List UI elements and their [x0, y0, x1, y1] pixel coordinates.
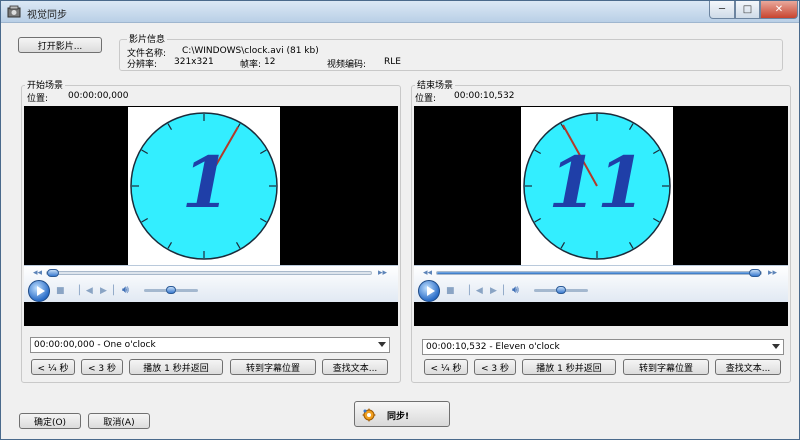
start-clock-digit: 1: [182, 141, 231, 224]
end-seek-thumb[interactable]: [748, 269, 761, 277]
end-back-quarter-button[interactable]: < ¼ 秒: [424, 359, 468, 375]
chevron-down-icon: [772, 344, 780, 349]
start-back-quarter-button[interactable]: < ¼ 秒: [31, 359, 75, 375]
start-position-label: 位置:: [27, 94, 49, 104]
sync-label: 同步!: [387, 412, 410, 422]
start-seek-thumb[interactable]: [47, 269, 59, 277]
start-goto-subtitle-button[interactable]: 转到字幕位置: [230, 359, 316, 375]
maximize-button[interactable]: □: [735, 1, 760, 19]
start-clock-image: 1: [130, 112, 278, 260]
end-seek-fill: [437, 272, 755, 274]
end-seek-bar[interactable]: [436, 269, 762, 277]
framerate-label: 帧率:: [240, 60, 262, 70]
sync-button[interactable]: 同步!: [354, 401, 450, 427]
fastforward-icon[interactable]: ▸▸: [378, 268, 387, 278]
start-seek-bar[interactable]: [46, 269, 372, 277]
minimize-button[interactable]: ─: [709, 1, 735, 19]
start-subtitle-selected: 00:00:00,000 - One o'clock: [34, 340, 156, 350]
open-video-button[interactable]: 打开影片...: [18, 37, 102, 53]
end-position-label: 位置:: [415, 94, 437, 104]
start-player-controls: ◂◂ ▸▸ ■ ▏◀ ▶▕ 🔊︎: [24, 265, 398, 302]
cancel-button[interactable]: 取消(A): [88, 413, 150, 429]
filename-value: C:\WINDOWS\clock.avi (81 kb): [182, 46, 319, 56]
start-scene-header: 开始场景: [25, 78, 66, 91]
ok-button[interactable]: 确定(O): [19, 413, 81, 429]
previous-icon[interactable]: ▏◀: [469, 286, 483, 296]
window-title: 视觉同步: [27, 10, 67, 21]
end-find-text-button[interactable]: 查找文本...: [715, 359, 781, 375]
end-back-3-button[interactable]: < 3 秒: [474, 359, 516, 375]
speaker-icon[interactable]: 🔊︎: [122, 284, 129, 295]
codec-value: RLE: [384, 57, 401, 67]
fastforward-icon[interactable]: ▸▸: [768, 268, 777, 278]
end-player-controls: ◂◂ ▸▸ ■ ▏◀ ▶▕ 🔊︎: [414, 265, 788, 302]
start-play-button[interactable]: [28, 280, 50, 302]
gear-sync-icon: [362, 408, 376, 422]
rewind-icon[interactable]: ◂◂: [33, 268, 42, 278]
start-find-text-button[interactable]: 查找文本...: [322, 359, 388, 375]
start-play-return-button[interactable]: 播放 1 秒并返回: [129, 359, 223, 375]
end-video-frame: 11: [521, 107, 673, 265]
resolution-label: 分辨率:: [127, 60, 158, 70]
resolution-value: 321x321: [174, 57, 214, 67]
end-subtitle-selected: 00:00:10,532 - Eleven o'clock: [426, 342, 560, 352]
chevron-down-icon: [378, 342, 386, 347]
end-goto-subtitle-button[interactable]: 转到字幕位置: [623, 359, 709, 375]
framerate-value: 12: [264, 57, 276, 67]
speaker-icon[interactable]: 🔊︎: [512, 284, 519, 295]
start-subtitle-dropdown[interactable]: 00:00:00,000 - One o'clock: [30, 337, 390, 353]
end-video-player[interactable]: 11 ◂◂ ▸▸ ■ ▏◀ ▶▕ 🔊︎: [414, 106, 788, 326]
start-video-frame: 1: [128, 107, 280, 265]
previous-icon[interactable]: ▏◀: [79, 286, 93, 296]
stop-icon[interactable]: ■: [446, 286, 455, 296]
start-volume-slider[interactable]: [144, 286, 198, 294]
end-play-return-button[interactable]: 播放 1 秒并返回: [522, 359, 616, 375]
start-volume-thumb[interactable]: [166, 286, 176, 294]
video-sync-icon: [7, 5, 21, 18]
close-button[interactable]: ✕: [760, 1, 798, 19]
end-clock-digit: 11: [548, 141, 645, 224]
start-back-3-button[interactable]: < 3 秒: [81, 359, 123, 375]
end-position-value: 00:00:10,532: [454, 91, 515, 101]
end-volume-thumb[interactable]: [556, 286, 566, 294]
start-video-player[interactable]: 1 ◂◂ ▸▸ ■ ▏◀ ▶▕ 🔊︎: [24, 106, 398, 326]
end-play-button[interactable]: [418, 280, 440, 302]
rewind-icon[interactable]: ◂◂: [423, 268, 432, 278]
end-volume-slider[interactable]: [534, 286, 588, 294]
start-position-value: 00:00:00,000: [68, 91, 129, 101]
end-scene-header: 结束场景: [415, 78, 456, 91]
visual-sync-window: 视觉同步 ─ □ ✕ 打开影片... 影片信息 文件名称: C:\WINDOWS…: [0, 0, 800, 440]
title-bar[interactable]: 视觉同步 ─ □ ✕: [1, 1, 799, 23]
end-clock-image: 11: [523, 112, 671, 260]
stop-icon[interactable]: ■: [56, 286, 65, 296]
end-subtitle-dropdown[interactable]: 00:00:10,532 - Eleven o'clock: [422, 339, 784, 355]
next-icon[interactable]: ▶▕: [490, 286, 504, 296]
codec-label: 视频编码:: [327, 60, 367, 70]
movie-info-header: 影片信息: [127, 32, 168, 45]
next-icon[interactable]: ▶▕: [100, 286, 114, 296]
